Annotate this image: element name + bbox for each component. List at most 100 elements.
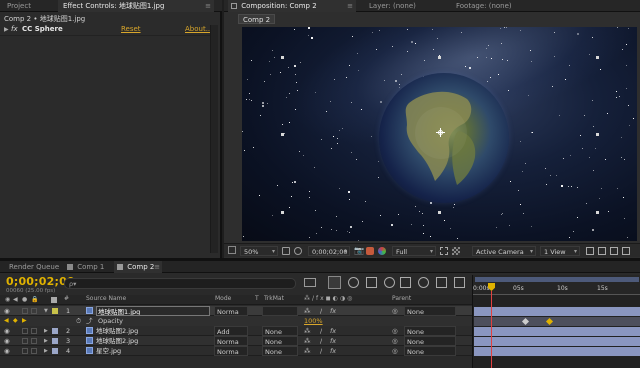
layer-label-color[interactable] [52,328,58,334]
time-ruler[interactable]: 0:00s 05s 10s 15s [472,275,640,295]
layer-label-color[interactable] [52,348,58,354]
track-bar-1[interactable] [474,307,640,316]
layer-mode-dropdown[interactable]: Add [214,326,248,336]
t-header[interactable]: T [255,295,259,302]
effect-row-cc-sphere[interactable]: ▶ fx CC Sphere Reset About... [0,25,212,36]
layer-trkmat-dropdown[interactable] [262,306,298,316]
current-time-display[interactable]: 0;00;02;00 [308,246,350,256]
lock-toggle[interactable] [31,348,37,354]
show-snapshot-icon[interactable] [366,247,374,255]
auto-keyframe-icon[interactable] [436,277,447,288]
always-preview-icon[interactable] [228,246,236,254]
transform-handle-ml[interactable] [281,133,284,136]
quality-switch-icon[interactable]: / [320,306,322,316]
tab-menu-icon[interactable]: ≡ [205,0,211,12]
layer-source-name[interactable]: 地球贴图1.jpg [96,306,210,316]
mode-header[interactable]: Mode [215,295,231,302]
flowchart-icon[interactable] [622,247,630,255]
parent-pickwhip-icon[interactable]: ◎ [392,326,398,336]
layer-parent-dropdown[interactable]: None [404,306,456,316]
lock-toggle[interactable] [31,338,37,344]
layer-trkmat-dropdown[interactable]: None [262,336,298,346]
trkmat-header[interactable]: TrkMat [264,295,284,302]
eye-icon[interactable]: ◉ [4,346,10,356]
transform-handle-bc[interactable] [438,211,441,214]
layer-expand-icon[interactable]: ▶ [44,326,48,336]
snapshot-icon[interactable]: 📷 [354,246,364,255]
mask-visibility-icon[interactable] [294,247,302,255]
camera-dropdown[interactable]: Active Camera [472,246,536,256]
transform-handle-br[interactable] [596,211,599,214]
region-of-interest-icon[interactable] [440,247,448,255]
brainstorm-icon[interactable] [400,277,411,288]
motion-blur-icon[interactable] [384,277,395,288]
timeline-icon[interactable] [610,247,618,255]
layer-row[interactable]: ◉ ▶ 2 地球贴图2.jpg Add None ⁂ / fx ◎ None [0,326,472,336]
frame-blending-icon[interactable] [366,277,377,288]
solo-toggle[interactable] [22,348,28,354]
fx-switch-icon[interactable]: fx [330,306,336,316]
parent-pickwhip-icon[interactable]: ◎ [392,336,398,346]
zoom-dropdown[interactable]: 50% [240,246,278,256]
title-action-safe-icon[interactable] [282,247,290,255]
opacity-property-row[interactable]: ◀ ◆ ▶ ⏱ ⤴ Opacity 100% [0,316,472,326]
tab-composition[interactable]: Composition: Comp 2 ≡ [228,0,356,12]
playhead-line[interactable] [491,291,492,368]
anchor-point-icon[interactable] [436,128,445,137]
shy-switch-icon[interactable]: ⁂ [304,336,311,346]
stopwatch-icon[interactable]: ⏱ [76,316,81,326]
comp-tab-button[interactable]: Comp 2 [238,14,276,24]
solo-toggle[interactable] [22,328,28,334]
layer-trkmat-dropdown[interactable]: None [262,346,298,356]
layer-mode-dropdown[interactable]: Norma [214,306,248,316]
transform-handle-tr[interactable] [596,56,599,59]
solo-toggle[interactable] [22,308,28,314]
tab-project[interactable]: Project [2,0,36,12]
eye-icon[interactable]: ◉ [4,336,10,346]
solo-toggle[interactable] [22,338,28,344]
fx-badge[interactable]: fx [11,25,18,33]
track-bar-3[interactable] [474,337,640,346]
timeline-tracks[interactable] [472,295,640,368]
graph-editor-icon[interactable] [418,277,429,288]
comp-mini-flowchart-icon[interactable] [304,278,316,287]
layer-expand-icon[interactable]: ▶ [44,346,48,356]
keyframe-nav-left-icon[interactable]: ◀ [4,316,9,326]
source-name-header[interactable]: Source Name [86,295,126,302]
tab-comp-2[interactable]: Comp 2 ≡ [114,261,162,273]
shy-switch-icon[interactable]: ⁂ [304,326,311,336]
parent-header[interactable]: Parent [392,295,411,302]
transform-handle-mr[interactable] [596,133,599,136]
layer-mode-dropdown[interactable]: Norma [214,336,248,346]
quality-switch-icon[interactable]: / [320,326,322,336]
keyframe-nav-right-icon[interactable]: ▶ [22,316,27,326]
about-link[interactable]: About... [185,25,212,33]
transform-handle-tc[interactable] [438,56,441,59]
live-update-icon[interactable] [454,277,465,288]
hide-shy-layers-icon[interactable] [348,277,359,288]
opacity-value[interactable]: 100% [304,316,323,326]
shy-switch-icon[interactable]: ⁂ [304,306,311,316]
layer-label-color[interactable] [52,338,58,344]
track-bar-4[interactable] [474,347,640,356]
fx-switch-icon[interactable]: fx [330,326,336,336]
tab-comp-1[interactable]: Comp 1 [64,261,109,273]
quality-switch-icon[interactable]: / [320,336,322,346]
eye-icon[interactable]: ◉ [4,306,10,316]
work-area-bar[interactable] [475,277,639,282]
parent-pickwhip-icon[interactable]: ◎ [392,306,398,316]
eye-icon[interactable]: ◉ [4,326,10,336]
disclosure-triangle-icon[interactable]: ▶ [4,26,9,33]
layer-source-name[interactable]: 地球贴图2.jpg [96,336,210,346]
transparency-grid-icon[interactable] [452,247,460,255]
layer-source-name[interactable]: 星空.jpg [96,346,210,356]
composition-viewer[interactable] [242,27,637,241]
effect-controls-scrollbar[interactable] [210,25,218,253]
shy-switch-icon[interactable]: ⁂ [304,346,311,356]
draft-3d-icon[interactable] [328,276,341,289]
fx-switch-icon[interactable]: fx [330,336,336,346]
tab-menu-icon[interactable]: ≡ [154,261,160,273]
layer-source-name[interactable]: 地球贴图2.jpg [96,326,210,336]
layer-row[interactable]: ◉ ▼ 1 地球贴图1.jpg Norma ⁂ / fx ◎ None [0,306,472,316]
transform-handle-bl[interactable] [281,211,284,214]
